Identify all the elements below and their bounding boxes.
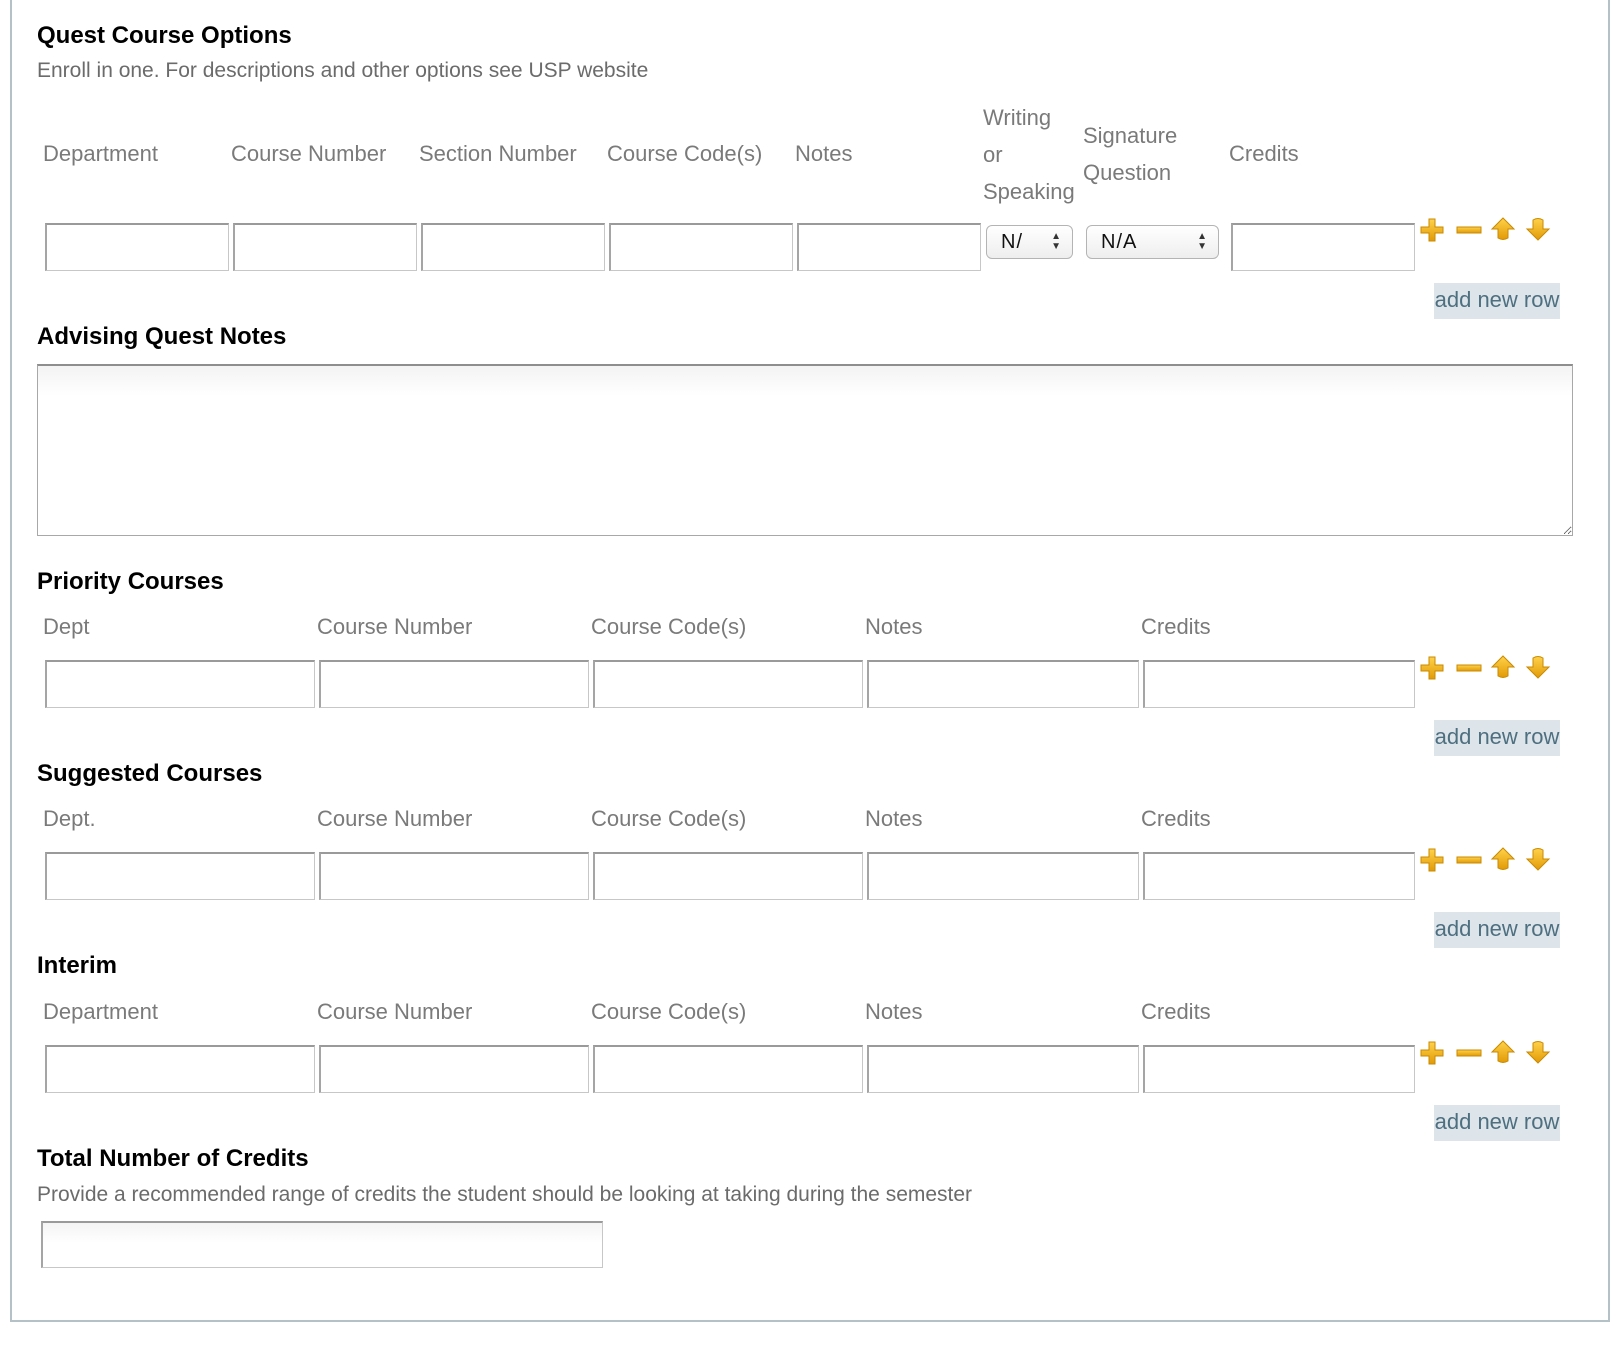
course-number-input[interactable]	[319, 852, 589, 900]
credits-input[interactable]	[1143, 852, 1415, 900]
credits-input[interactable]	[1143, 1045, 1415, 1093]
arrow-up-icon[interactable]	[1490, 216, 1516, 242]
arrow-down-icon[interactable]	[1525, 1039, 1551, 1065]
course-number-input[interactable]	[319, 1045, 589, 1093]
course-codes-input[interactable]	[593, 660, 863, 708]
department-input[interactable]	[45, 223, 229, 271]
course-codes-input[interactable]	[609, 223, 793, 271]
plus-icon[interactable]	[1420, 1041, 1444, 1065]
advising-notes-textarea[interactable]	[37, 364, 1573, 536]
notes-input[interactable]	[797, 223, 981, 271]
add-new-row-button[interactable]: add new row	[1434, 1105, 1560, 1141]
col-header-signature-question: Signature Question	[1083, 123, 1178, 185]
writing-speaking-select[interactable]: N/ ▲ ▼	[986, 225, 1073, 259]
add-new-row-button[interactable]: add new row	[1434, 283, 1560, 319]
arrow-up-icon[interactable]	[1490, 1039, 1516, 1065]
col-header-credits: Credits	[1229, 141, 1299, 166]
col-header-course-codes: Course Code(s)	[591, 806, 747, 831]
total-credits-description: Provide a recommended range of credits t…	[37, 1183, 973, 1206]
total-credits-title: Total Number of Credits	[37, 1145, 309, 1172]
col-header-notes: Notes	[865, 614, 923, 639]
quest-section-title: Quest Course Options	[37, 22, 292, 49]
dept-input[interactable]	[45, 660, 315, 708]
suggested-courses-title: Suggested Courses	[37, 760, 263, 787]
col-header-notes: Notes	[795, 141, 853, 166]
total-credits-input[interactable]	[41, 1221, 603, 1268]
course-number-input[interactable]	[319, 660, 589, 708]
col-header-course-number: Course Number	[231, 141, 387, 166]
col-header-course-codes: Course Code(s)	[591, 614, 747, 639]
course-codes-input[interactable]	[593, 852, 863, 900]
notes-input[interactable]	[867, 852, 1139, 900]
col-header-course-number: Course Number	[317, 999, 473, 1024]
advising-notes-title: Advising Quest Notes	[37, 323, 287, 350]
plus-icon[interactable]	[1420, 218, 1444, 242]
plus-icon[interactable]	[1420, 656, 1444, 680]
department-input[interactable]	[45, 1045, 315, 1093]
col-header-credits: Credits	[1141, 614, 1211, 639]
col-header-dept: Dept.	[43, 806, 96, 831]
col-header-course-codes: Course Code(s)	[607, 141, 763, 166]
minus-icon[interactable]	[1456, 656, 1482, 680]
minus-icon[interactable]	[1456, 1041, 1482, 1065]
add-new-row-button[interactable]: add new row	[1434, 912, 1560, 948]
arrow-up-icon[interactable]	[1490, 654, 1516, 680]
notes-input[interactable]	[867, 1045, 1139, 1093]
quest-section-description: Enroll in one. For descriptions and othe…	[37, 59, 649, 82]
arrow-down-icon[interactable]	[1525, 846, 1551, 872]
arrow-up-icon[interactable]	[1490, 846, 1516, 872]
credits-input[interactable]	[1231, 223, 1415, 271]
col-header-notes: Notes	[865, 806, 923, 831]
arrow-down-icon[interactable]	[1525, 654, 1551, 680]
minus-icon[interactable]	[1456, 848, 1482, 872]
col-header-department: Department	[43, 999, 158, 1024]
add-new-row-button[interactable]: add new row	[1434, 720, 1560, 756]
priority-courses-title: Priority Courses	[37, 568, 224, 595]
section-number-input[interactable]	[421, 223, 605, 271]
col-header-course-number: Course Number	[317, 614, 473, 639]
col-header-course-number: Course Number	[317, 806, 473, 831]
col-header-course-codes: Course Code(s)	[591, 999, 747, 1024]
notes-input[interactable]	[867, 660, 1139, 708]
course-codes-input[interactable]	[593, 1045, 863, 1093]
col-header-credits: Credits	[1141, 999, 1211, 1024]
col-header-department: Department	[43, 141, 158, 166]
credits-input[interactable]	[1143, 660, 1415, 708]
dept-input[interactable]	[45, 852, 315, 900]
col-header-section-number: Section Number	[419, 141, 577, 166]
select-arrows-icon: ▲ ▼	[1197, 231, 1208, 252]
interim-title: Interim	[37, 952, 118, 979]
signature-question-select[interactable]: N/A ▲ ▼	[1086, 225, 1219, 259]
col-header-dept: Dept	[43, 614, 90, 639]
course-number-input[interactable]	[233, 223, 417, 271]
col-header-credits: Credits	[1141, 806, 1211, 831]
minus-icon[interactable]	[1456, 218, 1482, 242]
arrow-down-icon[interactable]	[1525, 216, 1551, 242]
col-header-writing-or-speaking: Writing or Speaking	[983, 105, 1075, 204]
select-arrows-icon: ▲ ▼	[1051, 231, 1062, 252]
col-header-notes: Notes	[865, 999, 923, 1024]
plus-icon[interactable]	[1420, 848, 1444, 872]
